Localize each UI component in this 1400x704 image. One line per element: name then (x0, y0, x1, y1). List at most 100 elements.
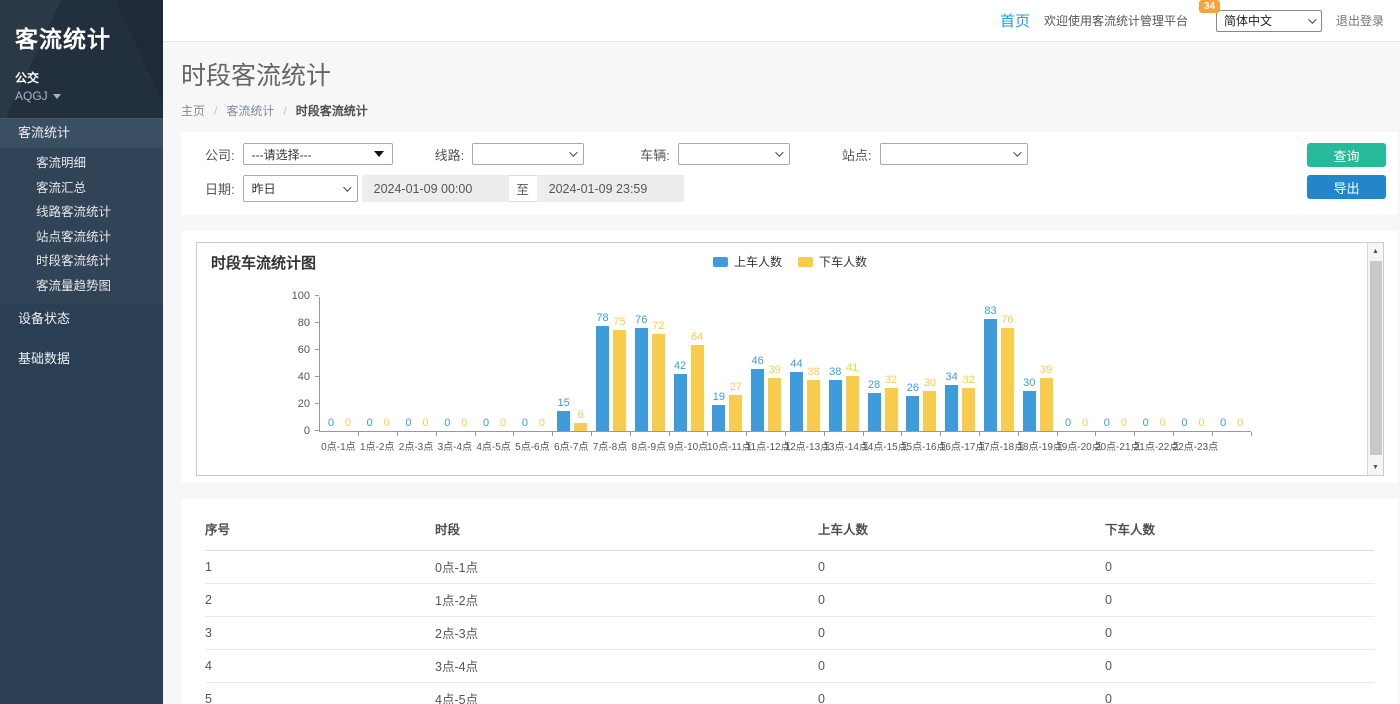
company-select[interactable]: ---请选择--- (243, 143, 393, 165)
chart-bar-group: 0 (1061, 418, 1075, 431)
org-code-dropdown[interactable]: AQGJ (15, 89, 153, 103)
chart-x-label: 22点-23点 (1173, 438, 1212, 453)
table-cell: 4 (205, 650, 435, 683)
bar-value-label: 0 (500, 418, 506, 429)
chart-category-slot: 00 (1212, 297, 1251, 431)
breadcrumb-current: 时段客流统计 (296, 102, 368, 119)
sidebar-item[interactable]: 客流汇总 (0, 176, 163, 201)
export-button[interactable]: 导出 (1307, 175, 1386, 199)
page-title: 时段客流统计 (181, 56, 1400, 92)
chart-scrollbar[interactable]: ▲ ▼ (1367, 243, 1383, 475)
bar-value-label: 38 (807, 367, 819, 378)
bar-value-label: 78 (596, 313, 608, 324)
chart-bar-group: 38 (828, 367, 842, 431)
chart-x-label: 7点-8点 (591, 438, 630, 453)
chart-y-tick-label: 40 (280, 371, 310, 383)
filter-panel: 公司: ---请选择--- 线路: 车辆: 站点: 日期: (181, 132, 1398, 215)
table-header-cell: 时段 (435, 509, 818, 551)
chart-bar (574, 423, 587, 431)
scrollbar-thumb[interactable] (1370, 261, 1382, 455)
bar-value-label: 32 (963, 375, 975, 386)
chart-bar (712, 405, 725, 431)
chart-bar-group: 76 (634, 315, 648, 431)
chart-bar-group: 41 (845, 363, 859, 431)
chart-category-slot: 38 41 (824, 297, 863, 431)
bar-value-label: 0 (1237, 418, 1243, 429)
bar-value-label: 6 (578, 410, 584, 421)
chart-x-label: 18点-19点 (1017, 438, 1056, 453)
chart-bar (691, 345, 704, 431)
scrollbar-down-arrow-icon[interactable]: ▼ (1368, 459, 1383, 475)
chart-category-slot: 156 (553, 297, 592, 431)
chart-bar-group: 0 (440, 418, 454, 431)
sidebar-section[interactable]: 基础数据 (0, 344, 163, 374)
chart-x-label: 5点-6点 (513, 438, 552, 453)
bar-value-label: 0 (1104, 418, 1110, 429)
notification-badge: 34 (1199, 0, 1220, 13)
date-preset-select[interactable]: 昨日 (243, 175, 358, 202)
chart-bar-group: 27 (729, 382, 743, 431)
bar-value-label: 27 (730, 382, 742, 393)
line-select[interactable] (472, 143, 584, 165)
bar-value-label: 0 (1065, 418, 1071, 429)
chart-bar-group: 32 (962, 375, 976, 431)
date-end-input[interactable]: 2024-01-09 23:59 (537, 175, 684, 202)
bar-value-label: 0 (328, 418, 334, 429)
sidebar-item[interactable]: 客流量趋势图 (0, 274, 163, 299)
table-cell: 2 (205, 584, 435, 617)
chart-y-tick (315, 349, 319, 350)
chart-bar-group: 0 (1117, 418, 1131, 431)
chart-bar (790, 372, 803, 431)
breadcrumb-home[interactable]: 主页 (181, 102, 205, 119)
table-header-cell: 下车人数 (1105, 509, 1374, 551)
date-preset-value: 昨日 (252, 180, 276, 197)
sidebar-item[interactable]: 线路客流统计 (0, 200, 163, 225)
bar-value-label: 76 (635, 315, 647, 326)
table-cell: 0 (1105, 584, 1374, 617)
chart-category-slot: 00 (1174, 297, 1213, 431)
date-label: 日期: (205, 179, 235, 198)
filter-row-2: 日期: 昨日 2024-01-09 00:00 至 2024-01-09 23:… (205, 175, 1398, 202)
chart-bar-group: 0 (324, 418, 338, 431)
sidebar-item[interactable]: 客流明细 (0, 151, 163, 176)
bar-value-label: 30 (924, 378, 936, 389)
breadcrumb-section[interactable]: 客流统计 (226, 102, 274, 119)
legend-item[interactable]: 下车人数 (798, 253, 867, 270)
chart-bar-group: 64 (690, 332, 704, 431)
chart-y-tick (315, 403, 319, 404)
table-row: 54点-5点00 (205, 683, 1374, 704)
sidebar-section[interactable]: 客流统计 (0, 118, 163, 148)
vehicle-select[interactable] (678, 143, 790, 165)
chart-bar-group: 34 (945, 372, 959, 431)
table-row: 43点-4点00 (205, 650, 1374, 683)
legend-item[interactable]: 上车人数 (713, 253, 782, 270)
station-select[interactable] (880, 143, 1028, 165)
sidebar-section[interactable]: 设备状态 (0, 304, 163, 334)
sidebar-item[interactable]: 时段客流统计 (0, 249, 163, 274)
bar-value-label: 41 (846, 363, 858, 374)
table-cell: 0 (818, 650, 1105, 683)
chart-x-label: 20点-21点 (1095, 438, 1134, 453)
chart-bar (906, 396, 919, 431)
chart-x-label: 17点-18点 (979, 438, 1018, 453)
chart-x-label: 2点-3点 (397, 438, 436, 453)
logout-link[interactable]: 退出登录 (1336, 12, 1384, 29)
bar-value-label: 0 (345, 418, 351, 429)
date-start-input[interactable]: 2024-01-09 00:00 (362, 175, 509, 202)
scrollbar-up-arrow-icon[interactable]: ▲ (1368, 243, 1383, 259)
sidebar-item[interactable]: 站点客流统计 (0, 225, 163, 250)
language-select[interactable]: 简体中文 (1216, 10, 1322, 32)
query-button[interactable]: 查询 (1307, 143, 1386, 167)
chart-x-label: 14点-15点 (862, 438, 901, 453)
bar-value-label: 75 (613, 317, 625, 328)
table-cell: 0 (818, 683, 1105, 704)
chart-bar-group: 83 (983, 306, 997, 431)
legend-label: 上车人数 (734, 253, 782, 270)
page-head: 时段客流统计 主页 / 客流统计 / 时段客流统计 (163, 42, 1400, 119)
home-link[interactable]: 首页 (1000, 10, 1030, 31)
chart-category-slot: 4264 (669, 297, 708, 431)
chart-x-label: 21点-22点 (1134, 438, 1173, 453)
legend-swatch (798, 257, 813, 267)
chart-x-label: 16点-17点 (940, 438, 979, 453)
bar-value-label: 76 (1001, 315, 1013, 326)
